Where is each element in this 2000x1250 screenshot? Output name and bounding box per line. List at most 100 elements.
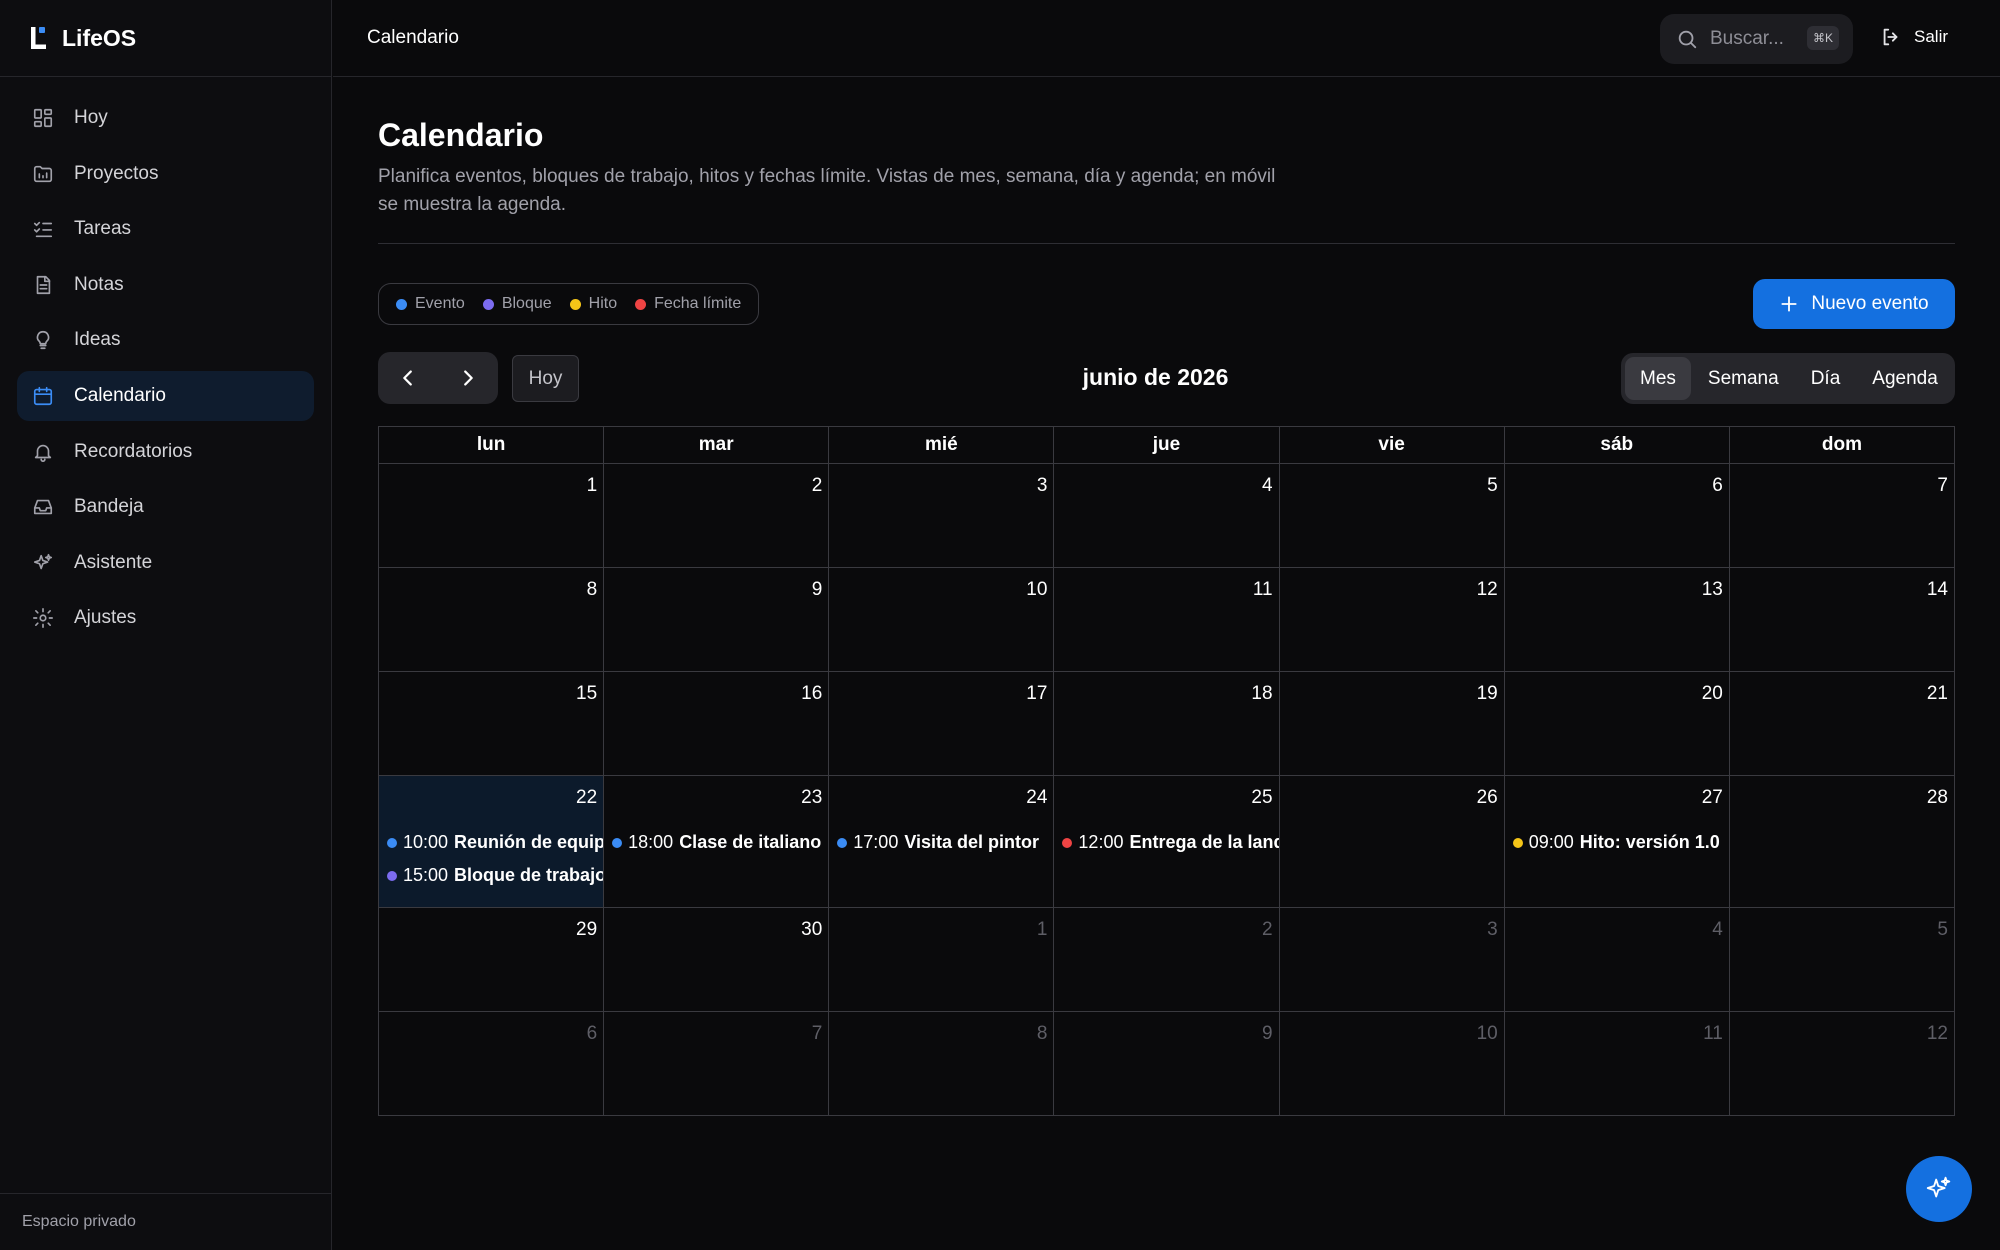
weekday-mie: mié [829, 427, 1055, 464]
day-cell[interactable]: 4 [1504, 908, 1730, 1012]
day-cell[interactable]: 26 [1279, 776, 1505, 908]
day-cell[interactable]: 9 [604, 568, 830, 672]
event-chip[interactable]: 17:00 Visita del pintor [837, 826, 1053, 859]
sidebar-item-calendario[interactable]: Calendario [17, 370, 314, 421]
assistant-fab-button[interactable] [1906, 1156, 1972, 1222]
day-number: 18 [1251, 683, 1273, 704]
day-cell[interactable]: 16 [604, 672, 830, 776]
topbar: Calendario Buscar... ⌘K Salir [333, 0, 2000, 77]
day-cell[interactable]: 6 [379, 1012, 605, 1116]
day-number: 20 [1701, 683, 1723, 704]
day-cell[interactable]: 1 [379, 464, 605, 568]
day-cell[interactable]: 13 [1504, 568, 1730, 672]
day-cell[interactable]: 15 [379, 672, 605, 776]
day-cell[interactable]: 2 [1054, 908, 1280, 1012]
sidebar-item-label: Hoy [74, 107, 108, 128]
day-number: 5 [1937, 919, 1948, 940]
sidebar: LifeOS Hoy Proyectos Tareas Notas Ideas Calen… [0, 0, 332, 1250]
sidebar-item-notas[interactable]: Notas [17, 260, 314, 310]
day-cell[interactable]: 19 [1279, 672, 1505, 776]
day-number: 13 [1701, 579, 1723, 600]
weekday-sab: sáb [1504, 427, 1730, 464]
day-cell[interactable]: 10 [829, 568, 1055, 672]
sidebar-item-ideas[interactable]: Ideas [17, 315, 314, 365]
logout-button[interactable]: Salir [1880, 26, 1948, 48]
day-cell[interactable]: 1 [829, 908, 1055, 1012]
legend-label: Fecha límite [654, 295, 742, 312]
sidebar-item-ajustes[interactable]: Ajustes [17, 593, 314, 643]
search-input[interactable]: Buscar... ⌘K [1660, 14, 1853, 64]
view-tab-dia[interactable]: Día [1796, 357, 1856, 400]
day-number: 6 [1712, 475, 1723, 496]
sidebar-item-tareas[interactable]: Tareas [17, 204, 314, 254]
sidebar-item-label: Proyectos [74, 162, 159, 184]
day-cell[interactable]: 18 [1054, 672, 1280, 776]
new-event-button[interactable]: Nuevo evento [1753, 279, 1955, 329]
page-title: Calendario [378, 117, 544, 153]
day-cell[interactable]: 12 [1729, 1012, 1955, 1116]
view-tab-semana[interactable]: Semana [1693, 357, 1794, 400]
day-cell[interactable]: 27 09:00 Hito: versión 1.0 [1504, 776, 1730, 908]
event-chip[interactable]: 09:00 Hito: versión 1.0 [1512, 826, 1729, 859]
day-cell[interactable]: 29 [379, 908, 605, 1012]
day-number: 1 [1036, 919, 1048, 940]
day-cell[interactable]: 22 10:00 Reunión de equipo 15:00 Bloque de t… [379, 776, 605, 908]
sidebar-item-recordatorios[interactable]: Recordatorios [17, 427, 314, 477]
day-cell[interactable]: 6 [1504, 464, 1730, 568]
day-cell[interactable]: 12 [1279, 568, 1505, 672]
day-cell[interactable]: 3 [1279, 908, 1505, 1012]
sidebar-nav: Hoy Proyectos Tareas Notas Ideas Calendario Re… [0, 77, 331, 643]
sidebar-item-asistente[interactable]: Asistente [17, 538, 314, 588]
day-cell[interactable]: 5 [1729, 908, 1955, 1012]
view-tab-agenda[interactable]: Agenda [1857, 357, 1953, 400]
day-events: 18:00 Clase de italiano [612, 826, 828, 859]
event-chip[interactable]: 12:00Entrega de la landing [1062, 826, 1279, 859]
day-cell[interactable]: 28 [1729, 776, 1955, 908]
sidebar-item-hoy[interactable]: Hoy [17, 93, 314, 143]
day-cell[interactable]: 30 [604, 908, 830, 1012]
day-cell[interactable]: 20 [1504, 672, 1730, 776]
day-cell[interactable]: 23 18:00 Clase de italiano [604, 776, 830, 908]
day-number: 2 [1261, 919, 1273, 940]
day-cell[interactable]: 7 [604, 1012, 830, 1116]
day-cell[interactable]: 21 [1729, 672, 1955, 776]
view-tab-mes[interactable]: Mes [1625, 357, 1691, 400]
day-number: 16 [801, 683, 823, 704]
day-number: 11 [1252, 579, 1273, 600]
sidebar-item-label: Asistente [74, 551, 153, 573]
event-color-dot [1512, 837, 1523, 848]
brand[interactable]: LifeOS [0, 0, 331, 77]
weekday-jue: jue [1054, 427, 1280, 464]
day-cell[interactable]: 14 [1729, 568, 1955, 672]
day-cell[interactable]: 9 [1054, 1012, 1280, 1116]
topbar-title: Calendario [367, 27, 459, 48]
day-number: 17 [1026, 683, 1048, 704]
day-cell[interactable]: 8 [829, 1012, 1055, 1116]
day-number: 4 [1712, 919, 1723, 940]
event-time: 15:00 [403, 865, 449, 885]
event-time: 17:00 [853, 832, 899, 852]
day-cell[interactable]: 8 [379, 568, 605, 672]
weekday-vie: vie [1279, 427, 1505, 464]
day-cell[interactable]: 25 12:00Entrega de la landing [1054, 776, 1280, 908]
day-cell[interactable]: 5 [1279, 464, 1505, 568]
day-events: 12:00Entrega de la landing [1062, 826, 1279, 859]
day-cell[interactable]: 2 [604, 464, 830, 568]
day-cell[interactable]: 24 17:00 Visita del pintor [829, 776, 1055, 908]
day-cell[interactable]: 7 [1729, 464, 1955, 568]
day-cell[interactable]: 3 [829, 464, 1055, 568]
day-number: 21 [1926, 683, 1948, 704]
day-cell[interactable]: 4 [1054, 464, 1280, 568]
month-grid: lun mar mié jue vie sáb dom 1 2 3 4 5 6 7 8 9 10 11 12 13 1… [378, 426, 1955, 1116]
day-cell[interactable]: 11 [1504, 1012, 1730, 1116]
day-cell[interactable]: 17 [829, 672, 1055, 776]
sidebar-item-bandeja[interactable]: Bandeja [17, 482, 314, 532]
day-number: 29 [576, 919, 598, 940]
event-chip[interactable]: 15:00 Bloque de trabajo [387, 859, 603, 892]
day-cell[interactable]: 10 [1279, 1012, 1505, 1116]
day-cell[interactable]: 11 [1054, 568, 1280, 672]
day-number: 12 [1926, 1023, 1948, 1044]
sidebar-item-proyectos[interactable]: Proyectos [17, 149, 314, 199]
event-chip[interactable]: 18:00 Clase de italiano [612, 826, 828, 859]
event-chip[interactable]: 10:00 Reunión de equipo [387, 826, 603, 859]
